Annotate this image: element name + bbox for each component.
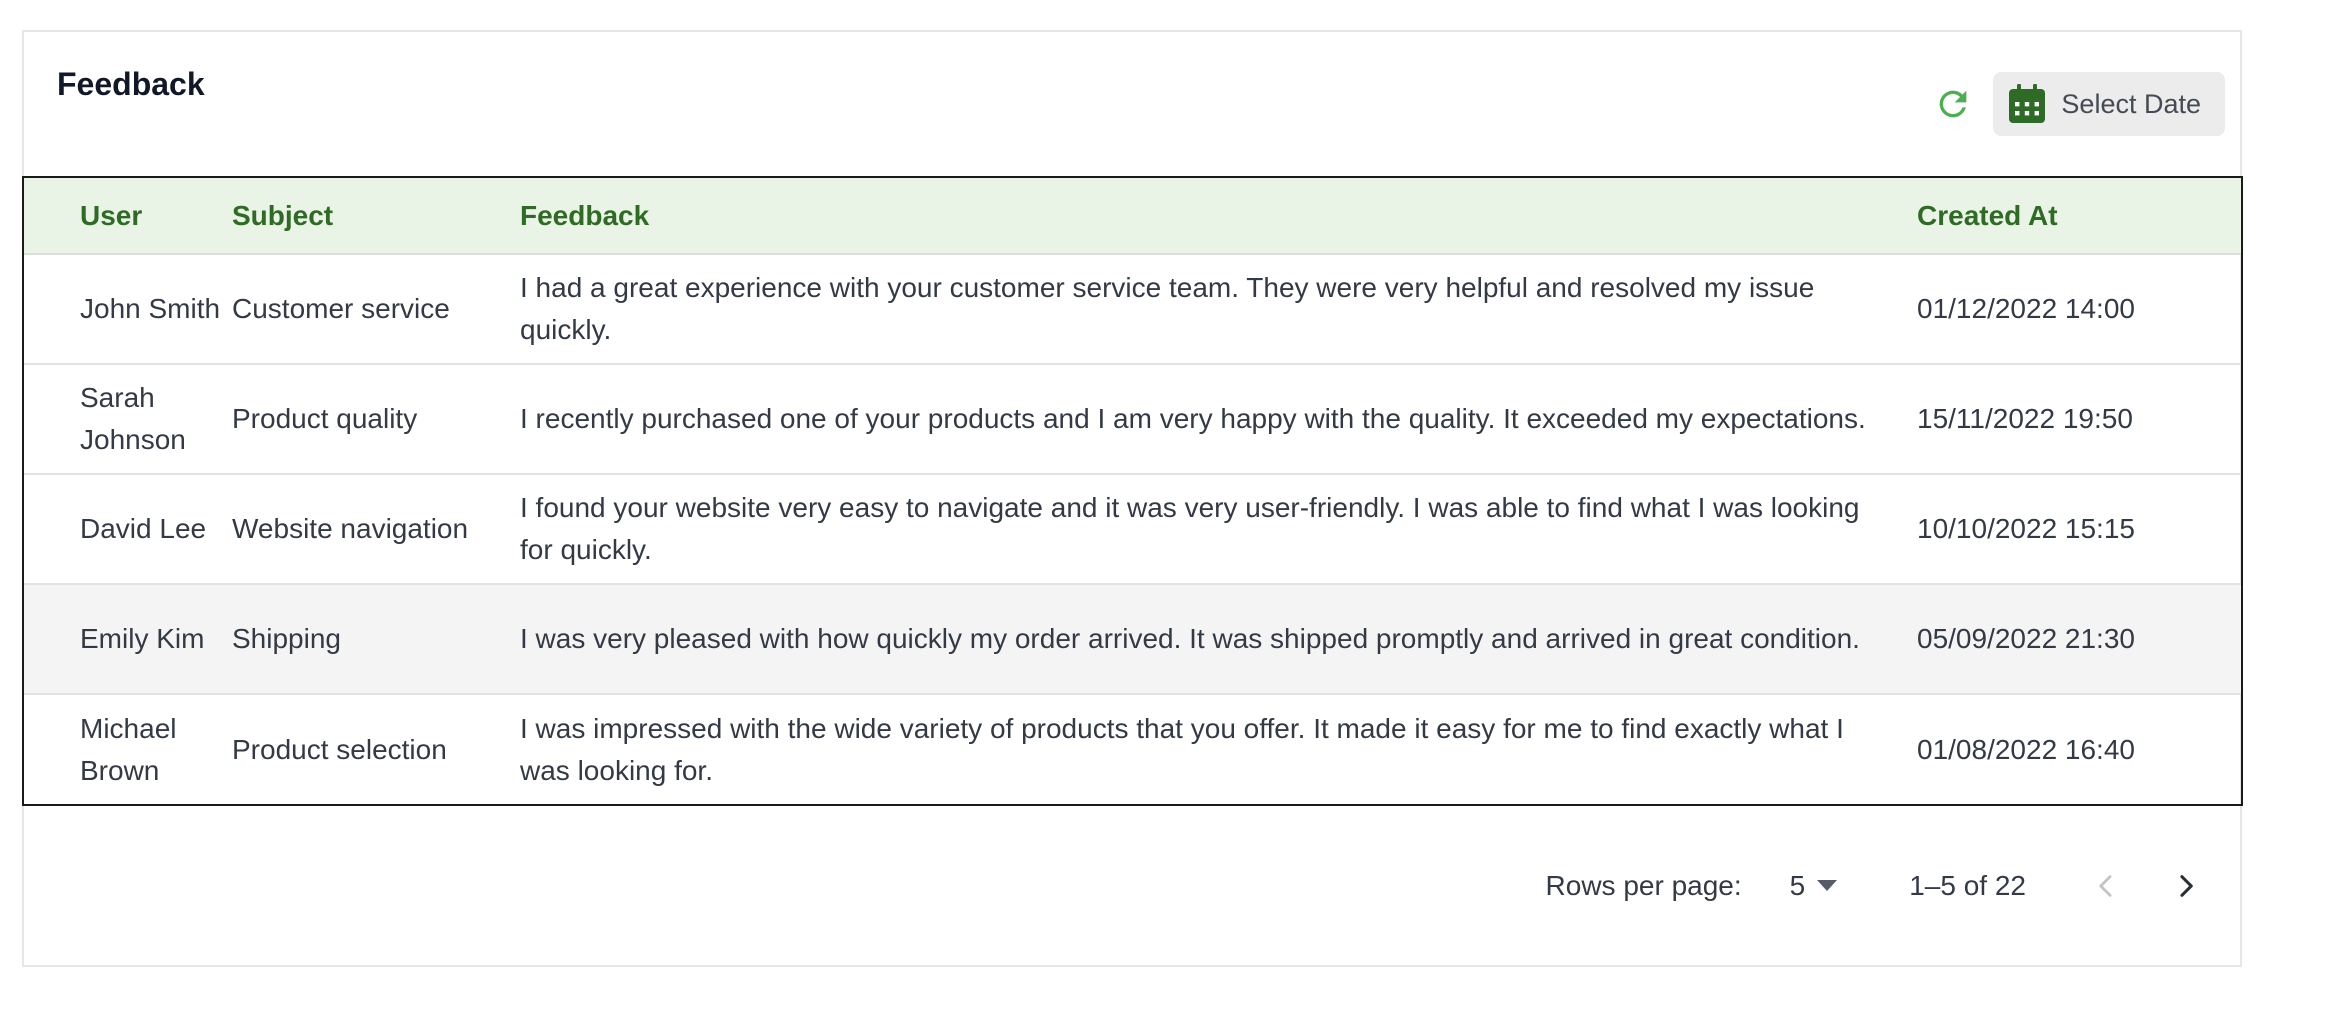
column-header-feedback[interactable]: Feedback [520, 178, 1917, 255]
cell-subject: Website navigation [232, 513, 469, 544]
table-row[interactable]: Emily Kim Shipping I was very pleased wi… [24, 584, 2241, 694]
cell-feedback: I found your website very easy to naviga… [520, 492, 1860, 565]
feedback-table: User Subject Feedback Created At John Sm… [22, 176, 2243, 806]
cell-user: Emily Kim [80, 623, 205, 654]
feedback-card: Feedback Select Date User Subject Feedba… [22, 30, 2243, 967]
rows-per-page-value: 5 [1789, 870, 1806, 901]
refresh-icon [1940, 90, 1967, 118]
next-page-button[interactable] [2162, 862, 2210, 910]
cell-subject: Customer service [232, 293, 450, 324]
cell-user: Michael Brown [80, 712, 177, 786]
cell-created-at: 05/09/2022 21:30 [1917, 623, 2135, 654]
cell-user: David Lee [80, 513, 207, 544]
chevron-left-icon [2099, 875, 2112, 897]
cell-feedback: I recently purchased one of your product… [520, 403, 1866, 434]
select-date-label: Select Date [2061, 88, 2201, 119]
column-header-created-at[interactable]: Created At [1917, 178, 2241, 255]
page-title: Feedback [57, 66, 205, 102]
calendar-icon [2009, 84, 2046, 123]
dropdown-arrow-icon [1817, 880, 1838, 891]
select-date-button[interactable]: Select Date [1993, 72, 2225, 136]
table-header-row: User Subject Feedback Created At [24, 178, 2241, 255]
table-row[interactable]: David Lee Website navigation I found you… [24, 474, 2241, 584]
rows-per-page-label: Rows per page: [1545, 870, 1742, 901]
table-row[interactable]: John Smith Customer service I had a grea… [24, 254, 2241, 364]
toolbar: Select Date [1931, 72, 2225, 136]
cell-subject: Product selection [232, 733, 447, 765]
table-row[interactable]: Sarah Johnson Product quality I recently… [24, 364, 2241, 474]
page-range: 1–5 of 22 [1909, 870, 2026, 901]
cell-created-at: 10/10/2022 15:15 [1917, 513, 2135, 544]
column-header-user[interactable]: User [24, 178, 232, 255]
cell-user: Sarah Johnson [80, 382, 186, 455]
cell-created-at: 01/12/2022 14:00 [1917, 293, 2135, 324]
cell-feedback: I was very pleased with how quickly my o… [520, 623, 1860, 654]
cell-subject: Product quality [232, 403, 418, 434]
cell-feedback: I had a great experience with your custo… [520, 272, 1815, 345]
cell-subject: Shipping [232, 623, 341, 654]
table-row[interactable]: Michael Brown Product selection I was im… [24, 694, 2241, 804]
cell-user: John Smith [80, 293, 221, 324]
cell-created-at: 01/08/2022 16:40 [1917, 733, 2135, 765]
cell-created-at: 15/11/2022 19:50 [1917, 403, 2133, 434]
previous-page-button[interactable] [2082, 862, 2130, 910]
chevron-right-icon [2180, 875, 2193, 897]
refresh-button[interactable] [1931, 82, 1975, 126]
column-header-subject[interactable]: Subject [232, 178, 520, 255]
pagination: Rows per page: 5 1–5 of 22 [1546, 862, 2210, 910]
rows-per-page-select[interactable]: 5 [1790, 870, 1838, 902]
cell-feedback: I was impressed with the wide variety of… [520, 712, 1844, 786]
